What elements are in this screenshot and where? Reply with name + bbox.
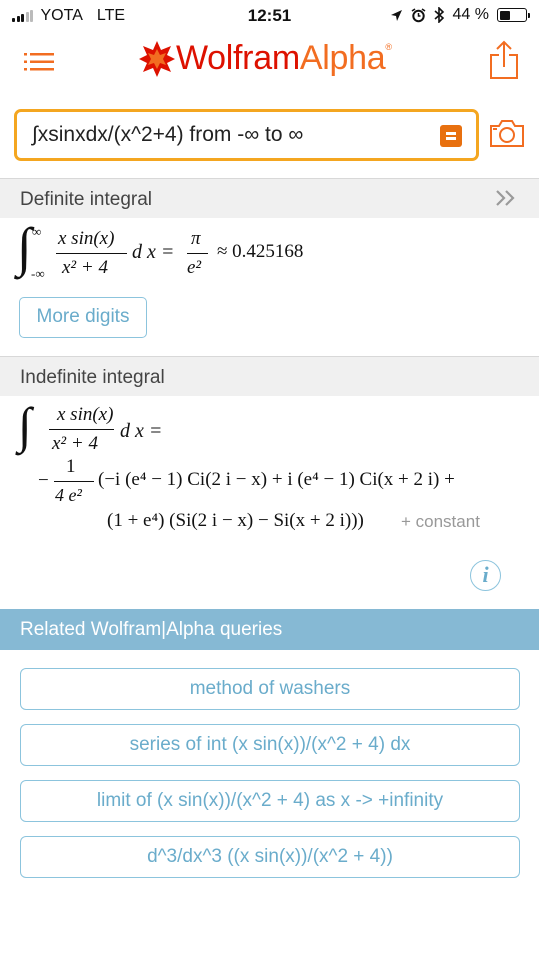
lower-limit: -∞ <box>31 266 45 281</box>
battery-tip <box>527 13 530 18</box>
wolfram-star-icon <box>139 40 175 77</box>
logo-alpha: Alpha <box>299 39 386 77</box>
pod-title-definite: Definite integral <box>20 189 153 210</box>
indefinite-denominator: x² + 4 <box>52 433 98 454</box>
search-query-text[interactable]: ∫xsinxdx/(x^2+4) from -∞ to ∞ <box>32 123 303 147</box>
formula-line-3: (1 + e⁴) (Si(2 i − x) − Si(x + 2 i))) <box>107 510 364 531</box>
indefinite-numerator: x sin(x) <box>57 404 114 425</box>
result-fraction-bar <box>187 253 208 255</box>
camera-icon[interactable] <box>489 118 525 148</box>
location-arrow-icon <box>390 9 402 21</box>
integral-sign: ∫ <box>17 217 32 277</box>
plus-constant: + constant <box>401 512 480 531</box>
pod-title-indefinite: Indefinite integral <box>20 367 165 388</box>
related-query-button[interactable]: series of int (x sin(x))/(x^2 + 4) dx <box>20 724 520 766</box>
indefinite-fraction-bar <box>49 429 114 431</box>
battery-icon <box>497 8 530 22</box>
related-query-button[interactable]: limit of (x sin(x))/(x^2 + 4) as x -> +i… <box>20 780 520 822</box>
logo-wolfram: Wolfram <box>176 39 300 77</box>
upper-limit: ∞ <box>32 224 42 239</box>
app-header: WolframAlpha ® <box>0 32 539 94</box>
info-icon[interactable]: i <box>470 560 501 591</box>
indefinite-integral-pod-header: Indefinite integral <box>0 356 539 396</box>
search-input[interactable]: ∫xsinxdx/(x^2+4) from -∞ to ∞ <box>14 109 479 161</box>
battery-percent: 44 % <box>452 6 489 23</box>
fraction-bar <box>56 253 127 255</box>
denominator: x² + 4 <box>62 257 108 278</box>
more-digits-button[interactable]: More digits <box>19 297 147 338</box>
dx-equals: d x = <box>132 241 175 263</box>
coef-fraction-bar <box>54 481 94 483</box>
formula-line-2: (−i (e⁴ − 1) Ci(2 i − x) + i (e⁴ − 1) Ci… <box>98 469 455 490</box>
equals-icon[interactable] <box>440 125 462 147</box>
numerator: x sin(x) <box>58 228 115 249</box>
bluetooth-icon <box>434 7 444 23</box>
logo-text: WolframAlpha <box>176 39 386 78</box>
definite-integral-pod-header: Definite integral <box>0 178 539 218</box>
share-icon[interactable] <box>489 40 519 80</box>
result-numerator: π <box>191 228 201 249</box>
related-query-button[interactable]: method of washers <box>20 668 520 710</box>
approx-value: ≈ 0.425168 <box>217 241 304 262</box>
coef-numerator: 1 <box>66 456 76 477</box>
result-denominator: e² <box>187 257 202 278</box>
related-queries-header: Related Wolfram|Alpha queries <box>0 609 539 650</box>
double-chevron-right-icon[interactable] <box>495 189 517 207</box>
indefinite-integral-sign: ∫ <box>18 397 32 453</box>
menu-icon[interactable] <box>24 52 54 72</box>
alarm-icon <box>411 7 425 22</box>
status-bar: YOTA LTE 12:51 44 % <box>0 0 539 32</box>
minus-sign: − <box>38 470 49 491</box>
wolfram-alpha-logo: WolframAlpha ® <box>138 39 392 78</box>
battery-fill <box>499 10 511 20</box>
logo-registered: ® <box>385 41 392 52</box>
related-query-button[interactable]: d^3/dx^3 ((x sin(x))/(x^2 + 4)) <box>20 836 520 878</box>
indefinite-dx-equals: d x = <box>120 420 163 442</box>
status-right: 44 % <box>390 6 530 24</box>
related-queries-title: Related Wolfram|Alpha queries <box>20 619 283 640</box>
coef-denominator: 4 e² <box>55 485 82 505</box>
